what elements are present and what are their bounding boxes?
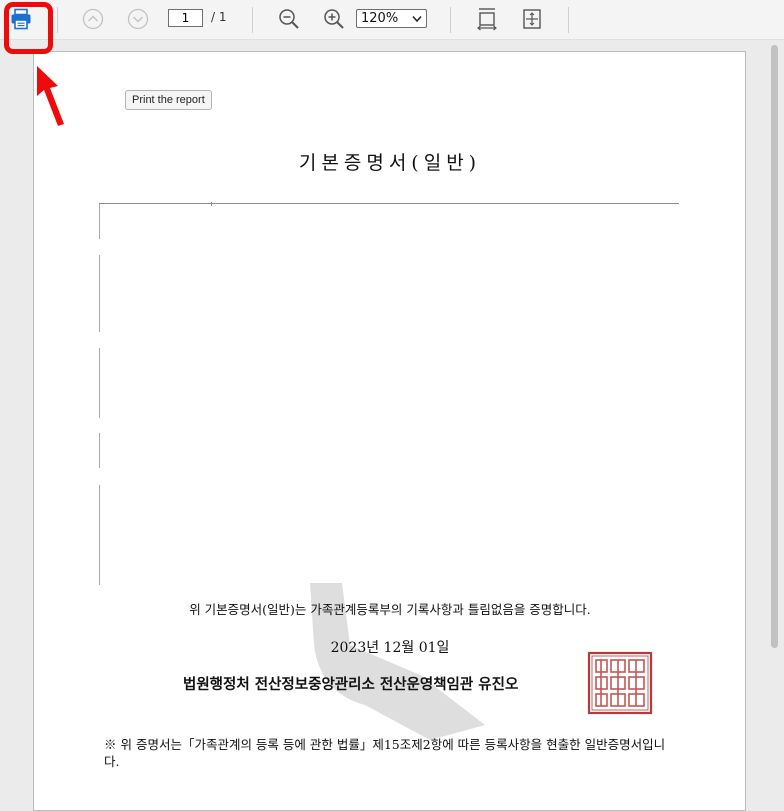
certification-statement: 위 기본증명서(일반)는 가족관계등록부의 기록사항과 틀림없음을 증명합니다. <box>189 602 591 617</box>
toolbar-separator <box>252 7 253 33</box>
table-tick <box>211 202 212 206</box>
legal-notice: ※ 위 증명서는「가족관계의 등록 등에 관한 법률」제15조제2항에 따른 등… <box>104 737 666 769</box>
zoom-select[interactable]: 120% <box>356 9 427 28</box>
zoom-in-button[interactable] <box>322 0 346 38</box>
page-total-label: / 1 <box>211 10 227 24</box>
page-number-input[interactable]: 1 <box>168 9 203 27</box>
previous-page-icon <box>82 8 104 30</box>
zoom-in-icon <box>324 9 344 29</box>
chevron-down-icon <box>412 16 422 23</box>
next-page-icon <box>127 8 149 30</box>
next-page-button[interactable] <box>127 0 149 38</box>
issuer-name: 법원행정처 전산정보중앙관리소 전산운영책임관 유진오 <box>183 676 519 693</box>
table-top-rule <box>99 203 679 204</box>
toolbar-separator <box>450 7 451 33</box>
toolbar-separator <box>568 7 569 33</box>
vertical-scrollbar[interactable] <box>769 41 781 649</box>
fit-width-button[interactable] <box>476 0 498 38</box>
previous-page-button[interactable] <box>82 0 104 38</box>
pdf-toolbar: 1 / 1 120% <box>0 0 784 40</box>
table-left-rule <box>99 255 100 332</box>
print-tooltip: Print the report <box>125 90 212 110</box>
issue-date: 2023년 12월 01일 <box>330 640 450 656</box>
fit-page-button[interactable] <box>521 0 543 38</box>
official-seal-stamp <box>587 651 653 715</box>
toolbar-separator <box>57 7 58 33</box>
zoom-value: 120% <box>361 11 399 26</box>
table-left-rule <box>99 204 100 239</box>
red-arrow-annotation <box>37 66 64 126</box>
zoom-out-button[interactable] <box>277 0 301 38</box>
zoom-out-icon <box>279 9 299 29</box>
scrollbar-thumb[interactable] <box>771 45 778 648</box>
table-left-rule <box>99 348 100 418</box>
table-left-rule <box>99 433 100 468</box>
fit-width-icon <box>477 8 497 31</box>
document-title: 기본증명서(일반) <box>298 152 482 174</box>
print-button-highlight <box>4 2 53 54</box>
table-left-rule <box>99 485 100 585</box>
fit-page-icon <box>523 9 541 29</box>
